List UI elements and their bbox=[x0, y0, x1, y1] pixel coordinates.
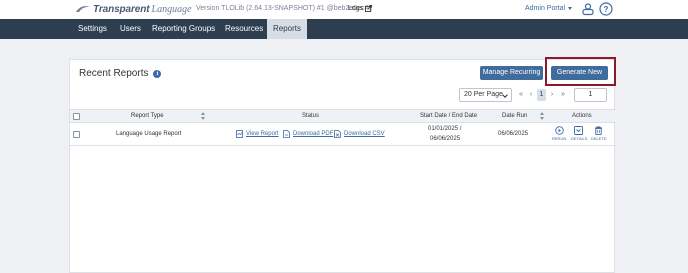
rerun-icon bbox=[554, 126, 564, 135]
rerun-label: RERUN bbox=[552, 136, 567, 141]
current-page-button[interactable]: 1 bbox=[537, 89, 546, 101]
nav-item-resources[interactable]: Resources bbox=[225, 19, 263, 39]
sort-icon[interactable] bbox=[201, 112, 205, 120]
report-type-cell: Language Usage Report bbox=[116, 131, 182, 137]
nav-item-reports[interactable]: Reports bbox=[267, 19, 308, 39]
next-page-button[interactable]: › bbox=[548, 89, 556, 101]
delete-label: DELETE bbox=[591, 136, 607, 141]
svg-text:?: ? bbox=[604, 5, 609, 14]
view-report-icon bbox=[236, 130, 243, 138]
view-report-label: View Report bbox=[246, 131, 279, 137]
highlight-annotation bbox=[545, 57, 616, 86]
logo[interactable]: Transparent Language bbox=[75, 3, 192, 16]
row-checkbox[interactable] bbox=[73, 131, 80, 138]
trash-icon bbox=[594, 126, 602, 135]
details-action[interactable]: DETAILS bbox=[571, 126, 588, 141]
logs-link[interactable]: Logs bbox=[348, 5, 373, 12]
details-label: DETAILS bbox=[571, 136, 588, 141]
column-header-report-type: Report Type bbox=[131, 113, 164, 119]
date-run-cell: 06/06/2025 bbox=[498, 131, 529, 137]
view-report-link[interactable]: View Report bbox=[236, 130, 279, 138]
table-header: Report Type Status Start Date / End Date… bbox=[70, 109, 616, 123]
delete-action[interactable]: DELETE bbox=[591, 126, 607, 141]
per-page-select[interactable]: 20 Per Page bbox=[459, 88, 512, 102]
download-csv-label: Download CSV bbox=[344, 131, 385, 137]
info-icon[interactable]: i bbox=[153, 69, 162, 78]
download-csv-link[interactable]: Download CSV bbox=[334, 130, 385, 138]
start-date-cell: 01/01/2025 / bbox=[428, 126, 462, 132]
nav-item-users[interactable]: Users bbox=[120, 19, 141, 39]
manage-recurring-button[interactable]: Manage Recurring bbox=[480, 66, 543, 80]
nav-item-settings[interactable]: Settings bbox=[78, 19, 107, 39]
chevron-down-icon bbox=[568, 7, 573, 10]
user-icon[interactable] bbox=[581, 2, 595, 16]
select-all-checkbox[interactable] bbox=[73, 113, 80, 120]
column-header-actions: Actions bbox=[572, 113, 592, 119]
logs-label: Logs bbox=[348, 5, 364, 12]
logo-text-bold: Transparent bbox=[93, 4, 150, 15]
end-date-cell: 06/06/2025 bbox=[430, 136, 461, 142]
rerun-action[interactable]: RERUN bbox=[552, 126, 566, 141]
logo-text-light: Language bbox=[151, 4, 192, 15]
help-icon[interactable]: ? bbox=[599, 2, 613, 16]
prev-page-button[interactable]: ‹ bbox=[527, 89, 535, 101]
first-page-button[interactable]: « bbox=[517, 89, 525, 101]
column-header-dates: Start Date / End Date bbox=[420, 113, 478, 119]
version-text: Version TLOLib (2.64.13-SNAPSHOT) #1 @be… bbox=[196, 5, 372, 12]
recent-reports-panel: Recent Reports i Manage Recurring Genera… bbox=[69, 57, 616, 273]
sort-icon[interactable] bbox=[540, 112, 544, 120]
download-pdf-link[interactable]: Download PDF bbox=[283, 130, 333, 138]
table-row: Language Usage Report View Report Downlo… bbox=[70, 123, 616, 146]
admin-portal-dropdown[interactable]: Admin Portal bbox=[525, 5, 573, 12]
last-page-button[interactable]: » bbox=[559, 89, 567, 101]
admin-portal-label: Admin Portal bbox=[525, 5, 566, 12]
nav-item-reporting-groups[interactable]: Reporting Groups bbox=[152, 19, 215, 39]
panel-header: Recent Reports i bbox=[79, 68, 162, 79]
top-header: Transparent Language Version TLOLib (2.6… bbox=[0, 0, 688, 19]
page-number-input[interactable]: 1 bbox=[574, 88, 607, 102]
pdf-file-icon bbox=[283, 130, 290, 138]
main-nav: Settings Users Reporting Groups Resource… bbox=[0, 19, 688, 39]
page-title: Recent Reports bbox=[79, 68, 149, 79]
chevron-down-icon bbox=[502, 92, 508, 98]
column-header-date-run: Date Run bbox=[502, 113, 528, 119]
column-header-status: Status bbox=[302, 113, 320, 119]
download-pdf-label: Download PDF bbox=[293, 131, 334, 137]
logo-swoosh-icon bbox=[76, 6, 90, 12]
details-icon bbox=[573, 126, 583, 135]
external-link-icon bbox=[365, 5, 373, 12]
per-page-value: 20 Per Page bbox=[464, 91, 503, 98]
csv-file-icon bbox=[334, 130, 341, 138]
